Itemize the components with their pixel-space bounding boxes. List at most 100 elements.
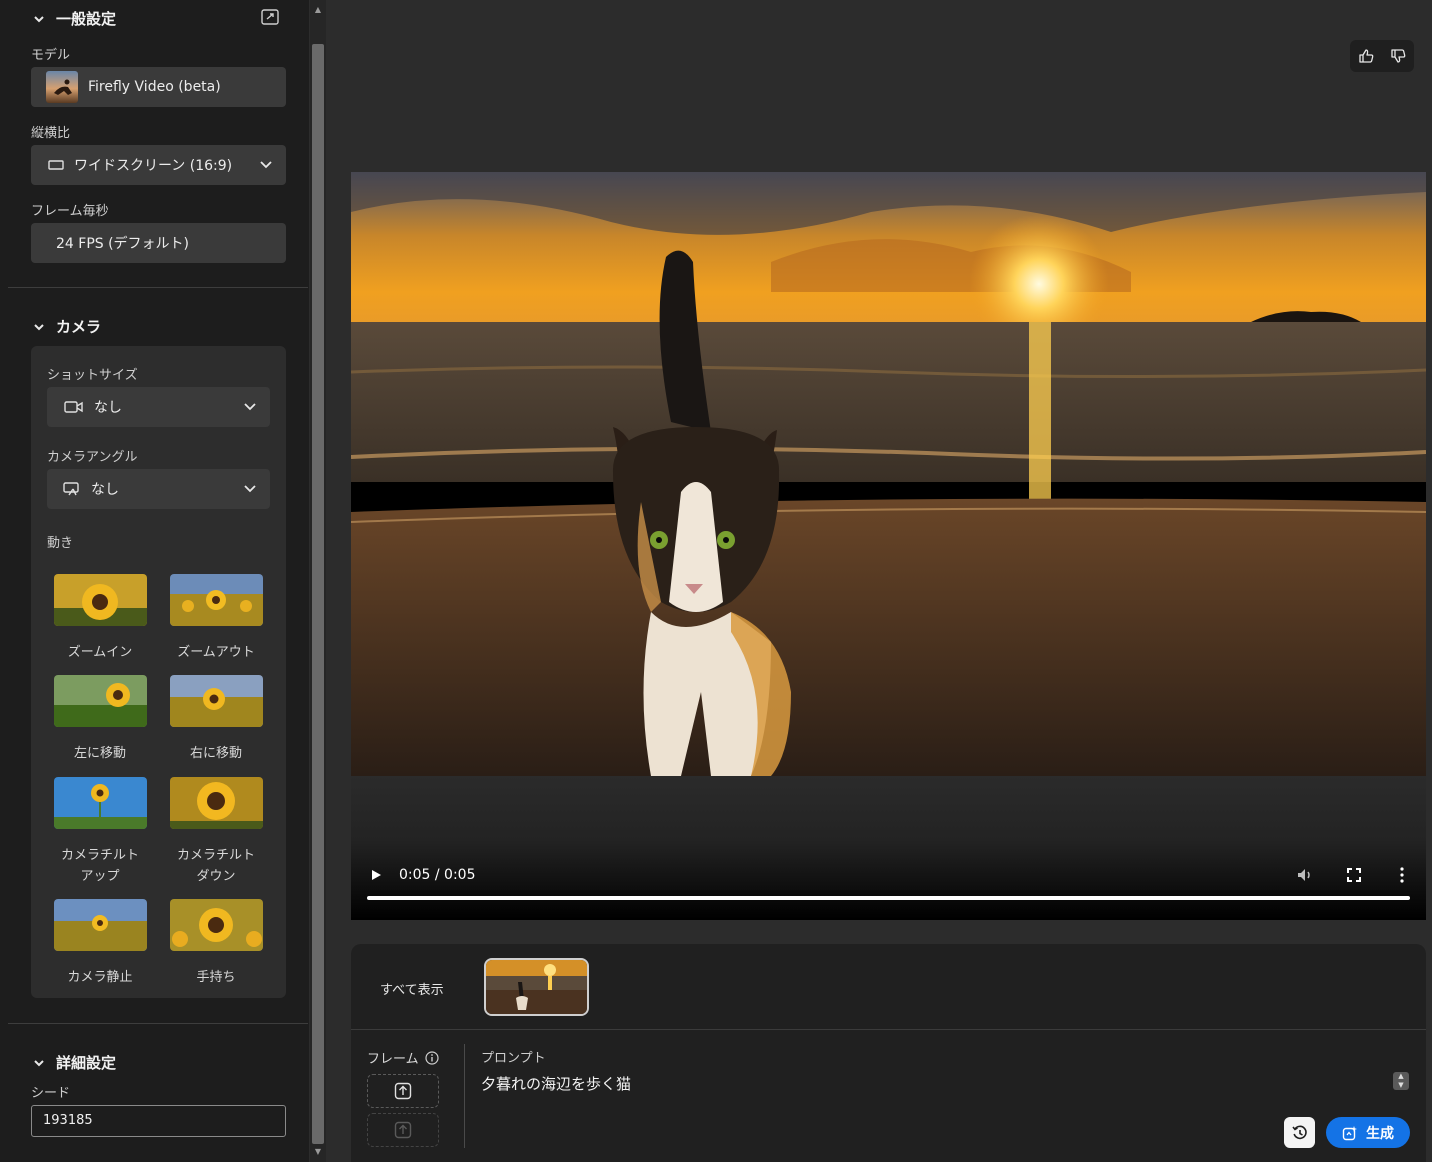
general-settings-title: 一般設定	[56, 10, 117, 28]
motion-label-tilt-down: カメラチルト ダウン	[176, 848, 255, 884]
motion-label-pan-right: 右に移動	[189, 746, 242, 761]
fps-label: フレーム毎秒	[31, 204, 109, 219]
fullscreen-icon[interactable]	[1347, 868, 1361, 882]
sunflower-thumbnail	[169, 899, 263, 951]
sunflower-thumbnail	[169, 777, 263, 829]
motion-label-pan-left: 左に移動	[73, 746, 126, 761]
prompt-label: プロンプト	[481, 1051, 546, 1066]
motion-zoom-out[interactable]: ズームアウト	[166, 574, 266, 663]
upload-icon	[394, 1082, 412, 1100]
motion-label-tilt-up: カメラチルト アップ	[60, 848, 139, 884]
scroll-down-icon[interactable]: ▼	[310, 1144, 326, 1160]
history-button[interactable]	[1284, 1117, 1315, 1148]
upload-icon	[394, 1121, 412, 1139]
camera-title: カメラ	[56, 318, 102, 336]
panel-divider	[351, 1029, 1426, 1030]
motion-label-static: カメラ静止	[67, 970, 133, 985]
motion-pan-right[interactable]: 右に移動	[166, 675, 266, 764]
model-thumbnail	[46, 71, 78, 103]
chevron-down-icon	[34, 15, 44, 22]
scrollbar-thumb[interactable]	[312, 44, 324, 1144]
result-thumbnail[interactable]	[484, 958, 589, 1016]
camera-angle-value: なし	[91, 482, 119, 498]
motion-tilt-up[interactable]: カメラチルト アップ	[50, 777, 150, 887]
chevron-down-icon	[244, 403, 256, 411]
more-options-icon[interactable]	[1397, 867, 1407, 883]
video-camera-icon	[64, 401, 83, 413]
sunflower-thumbnail	[53, 574, 147, 626]
thumbs-up-icon[interactable]	[1358, 48, 1374, 64]
generate-button[interactable]: 生成	[1326, 1117, 1410, 1148]
section-divider	[8, 287, 308, 288]
show-all-link[interactable]: すべて表示	[380, 979, 444, 998]
motion-static[interactable]: カメラ静止	[50, 899, 150, 988]
chevron-down-icon	[34, 1059, 44, 1066]
frame-label-text: フレーム	[367, 1052, 419, 1067]
sunflower-thumbnail	[53, 899, 147, 951]
motion-pan-left[interactable]: 左に移動	[50, 675, 150, 764]
chevron-down-icon	[34, 323, 44, 330]
generate-label: 生成	[1366, 1125, 1394, 1142]
motion-label-handheld: 手持ち	[196, 970, 236, 985]
motion-zoom-in[interactable]: ズームイン	[50, 574, 150, 663]
shot-size-value: なし	[94, 400, 122, 416]
generation-panel: すべて表示 フレーム プロンプト 夕暮れの海辺を歩く猫 ▲ ▼ 生成	[351, 944, 1426, 1162]
sidebar-scrollbar[interactable]: ▲ ▼	[310, 0, 326, 1162]
advanced-settings-title: 詳細設定	[56, 1054, 117, 1072]
progress-bar[interactable]	[367, 896, 1410, 900]
advanced-settings-header[interactable]: 詳細設定	[32, 1052, 116, 1073]
video-controls: 0:05 / 0:05	[351, 860, 1426, 890]
motion-handheld[interactable]: 手持ち	[166, 899, 266, 988]
sunflower-thumbnail	[169, 675, 263, 727]
motion-label: 動き	[47, 536, 74, 551]
video-frame-cat-on-beach	[351, 172, 1426, 776]
sunflower-thumbnail	[169, 574, 263, 626]
fps-select[interactable]: 24 FPS (デフォルト)	[31, 223, 286, 263]
info-icon[interactable]	[425, 1050, 439, 1065]
model-label: モデル	[31, 48, 71, 63]
play-icon[interactable]	[370, 869, 382, 881]
result-thumbnail-image	[486, 960, 587, 1014]
widescreen-icon	[48, 160, 64, 170]
chevron-down-icon	[260, 161, 272, 169]
history-icon	[1291, 1125, 1307, 1139]
video-player[interactable]: 0:05 / 0:05	[351, 172, 1426, 920]
section-divider	[8, 1023, 308, 1024]
playback-time: 0:05 / 0:05	[399, 867, 476, 883]
collapse-panel-icon[interactable]	[261, 9, 279, 25]
aspect-ratio-value: ワイドスクリーン (16:9)	[74, 158, 233, 174]
motion-label-zoom-out: ズームアウト	[177, 645, 255, 660]
camera-settings-box: ショットサイズ なし カメラアングル なし 動き ズームイン ズームアウト 左に…	[31, 346, 286, 998]
last-frame-upload[interactable]	[367, 1113, 439, 1147]
frame-label: フレーム	[367, 1048, 439, 1067]
fps-value: 24 FPS (デフォルト)	[56, 236, 190, 252]
volume-icon[interactable]	[1296, 866, 1314, 884]
thumbs-down-icon[interactable]	[1390, 48, 1406, 64]
chevron-down-icon	[244, 485, 256, 493]
feedback-buttons	[1350, 40, 1414, 72]
generate-sparkle-icon	[1342, 1125, 1357, 1140]
camera-angle-select[interactable]: なし	[47, 469, 270, 509]
sunflower-thumbnail	[53, 675, 147, 727]
camera-angle-label: カメラアングル	[47, 450, 138, 465]
seed-label: シード	[31, 1086, 71, 1101]
first-frame-upload[interactable]	[367, 1074, 439, 1108]
sunflower-thumbnail	[53, 777, 147, 829]
shot-size-label: ショットサイズ	[47, 368, 138, 383]
frame-prompt-separator	[464, 1044, 465, 1148]
camera-header[interactable]: カメラ	[32, 316, 101, 337]
shot-size-select[interactable]: なし	[47, 387, 270, 427]
motion-label-zoom-in: ズームイン	[67, 645, 133, 660]
settings-sidebar: 一般設定 モデル Firefly Video (beta) 縦横比 ワイドスクリ…	[0, 0, 309, 1162]
camera-angle-icon	[63, 482, 79, 496]
prompt-scroll-stepper[interactable]: ▲ ▼	[1393, 1072, 1409, 1090]
aspect-ratio-select[interactable]: ワイドスクリーン (16:9)	[31, 145, 286, 185]
model-value: Firefly Video (beta)	[88, 79, 221, 95]
general-settings-header[interactable]: 一般設定	[32, 8, 116, 29]
scroll-up-icon[interactable]: ▲	[310, 2, 326, 18]
model-select[interactable]: Firefly Video (beta)	[31, 67, 286, 107]
prompt-input[interactable]: 夕暮れの海辺を歩く猫	[481, 1073, 631, 1094]
motion-tilt-down[interactable]: カメラチルト ダウン	[166, 777, 266, 887]
aspect-ratio-label: 縦横比	[31, 126, 71, 141]
seed-input[interactable]: 193185	[31, 1105, 286, 1137]
